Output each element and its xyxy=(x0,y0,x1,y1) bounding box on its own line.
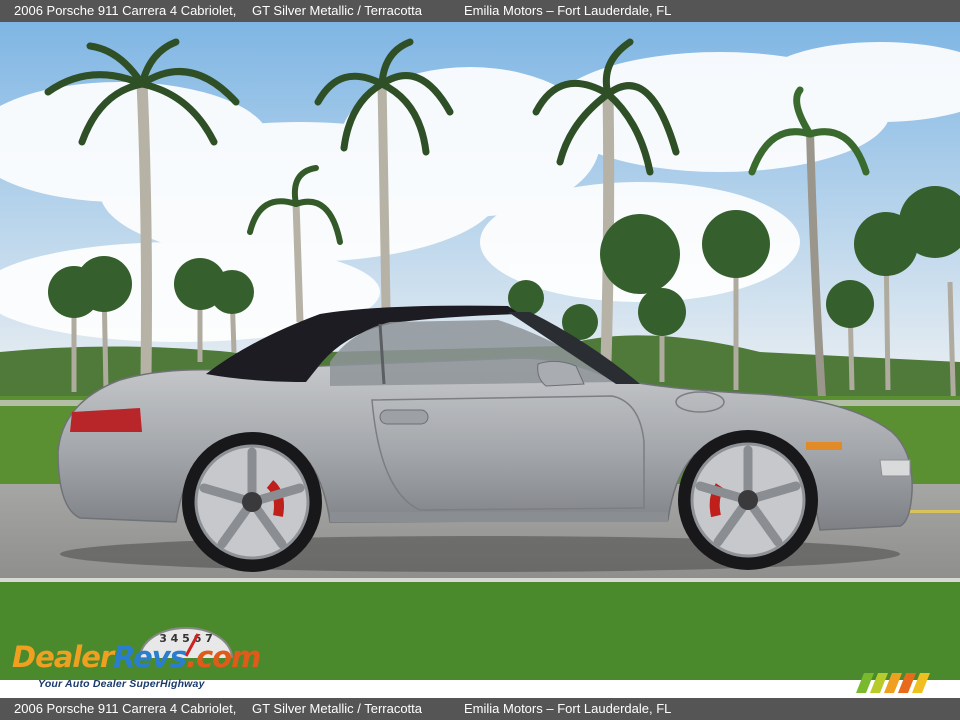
dealerrevs-wordmark: DealerRevs.com xyxy=(12,640,261,674)
vehicle-colors: GT Silver Metallic / Terracotta xyxy=(252,3,423,18)
road-edge xyxy=(0,578,960,582)
vehicle-photo[interactable] xyxy=(0,22,960,680)
header-caption-bar: 2006 Porsche 911 Carrera 4 Cabriolet, GT … xyxy=(0,0,960,22)
side-marker xyxy=(806,442,842,450)
vehicle-colors-footer: GT Silver Metallic / Terracotta xyxy=(252,701,423,716)
rear-wheel xyxy=(182,432,322,572)
vehicle-title: 2006 Porsche 911 Carrera 4 Cabriolet, xyxy=(14,3,237,18)
tail-light xyxy=(70,408,142,432)
road-line xyxy=(910,510,960,513)
vehicle-title-footer: 2006 Porsche 911 Carrera 4 Cabriolet, xyxy=(14,701,237,716)
footer-caption-bar: 2006 Porsche 911 Carrera 4 Cabriolet, GT … xyxy=(0,698,960,720)
front-wheel xyxy=(678,430,818,570)
headlight xyxy=(879,459,911,477)
side-sill xyxy=(330,512,668,522)
dealer-location: Emilia Motors – Fort Lauderdale, FL xyxy=(464,3,672,18)
dealerrevs-logo[interactable]: 3 4 5 6 7 DealerRevs.com Your Auto Deale… xyxy=(12,622,272,694)
photo-scene xyxy=(0,22,960,680)
door-handle xyxy=(379,409,429,425)
dealerrevs-tagline: Your Auto Dealer SuperHighway xyxy=(38,678,205,690)
dealer-location-footer: Emilia Motors – Fort Lauderdale, FL xyxy=(464,701,672,716)
color-stripes-icon xyxy=(856,673,930,693)
